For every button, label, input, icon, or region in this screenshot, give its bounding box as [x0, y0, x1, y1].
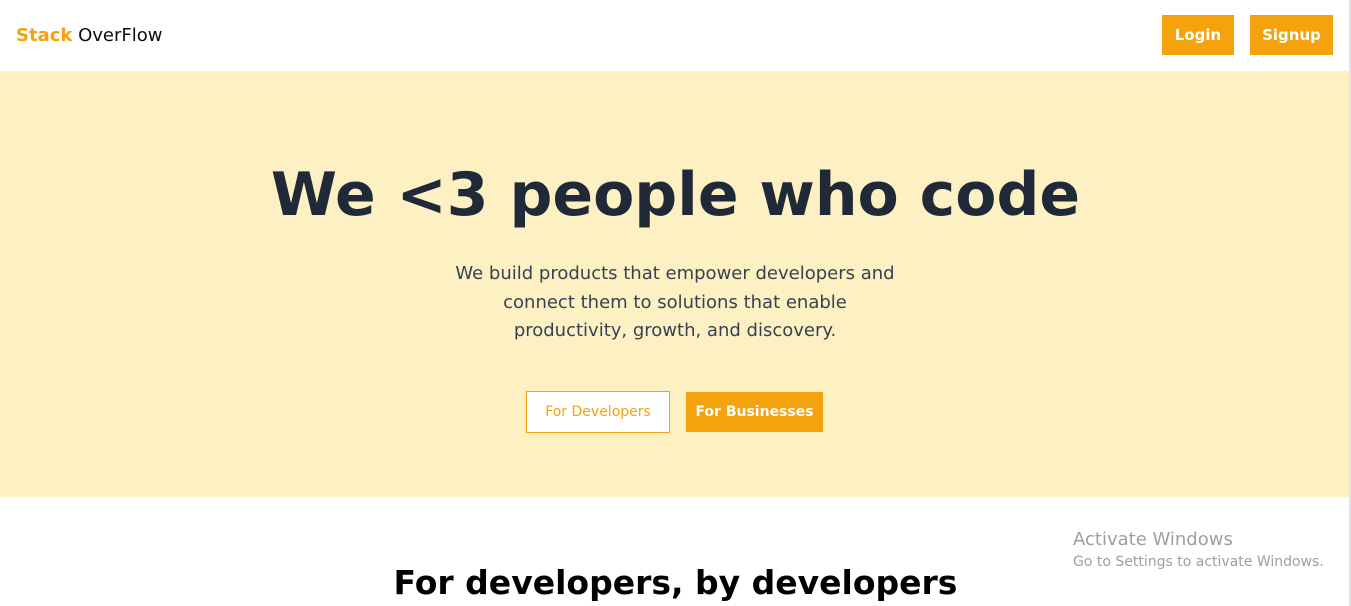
brand-rest-text: OverFlow — [72, 25, 163, 46]
activate-windows-watermark: Activate Windows Go to Settings to activ… — [1073, 529, 1324, 573]
brand-accent-text: Stack — [16, 25, 73, 46]
signup-button[interactable]: Signup — [1250, 15, 1333, 55]
activate-windows-title: Activate Windows — [1073, 529, 1233, 550]
hero-section: We <3 people who code We build products … — [0, 71, 1351, 497]
for-developers-button[interactable]: For Developers — [526, 391, 670, 433]
top-navbar: Stack OverFlow Login Signup — [0, 0, 1351, 71]
hero-title: We <3 people who code — [270, 160, 1081, 230]
for-businesses-button[interactable]: For Businesses — [686, 392, 823, 432]
login-button[interactable]: Login — [1162, 15, 1234, 55]
hero-description: We build products that empower developer… — [455, 263, 895, 341]
activate-windows-subtitle: Go to Settings to activate Windows. — [1073, 554, 1324, 570]
brand-logo[interactable]: Stack OverFlow — [16, 24, 162, 48]
